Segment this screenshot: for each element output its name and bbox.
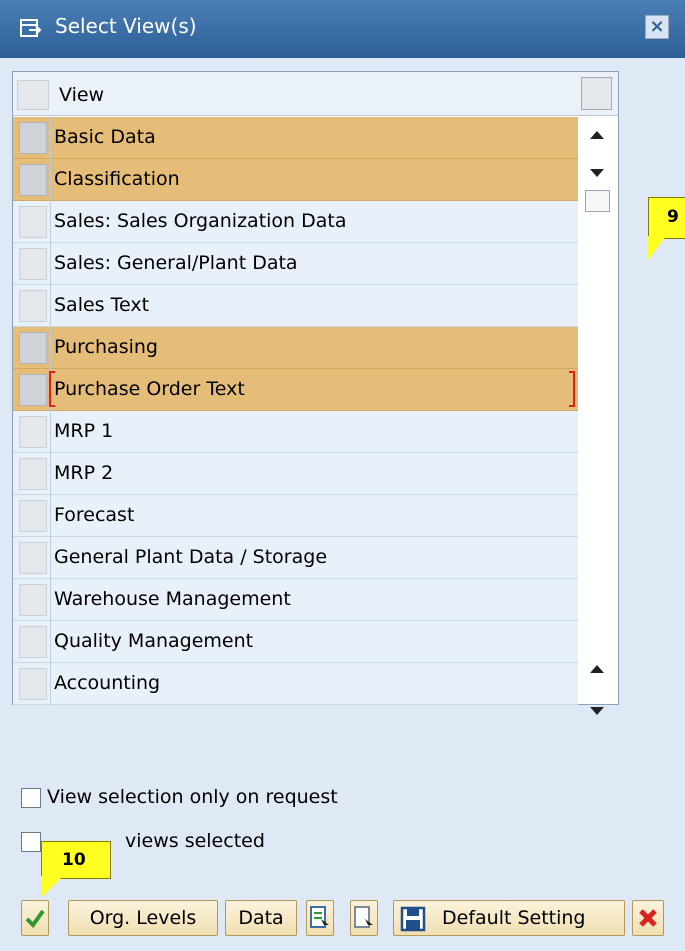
- page-up-icon[interactable]: [590, 665, 604, 673]
- table-settings-button[interactable]: [581, 77, 612, 110]
- deselect-all-icon: [354, 906, 373, 928]
- table-row[interactable]: MRP 2: [13, 453, 578, 495]
- column-divider: [50, 495, 51, 537]
- row-label: Purchase Order Text: [54, 378, 245, 400]
- row-selector[interactable]: [19, 458, 47, 490]
- column-divider: [50, 201, 51, 243]
- row-label: Warehouse Management: [54, 588, 291, 610]
- column-header-view[interactable]: View: [59, 84, 104, 106]
- org-levels-button[interactable]: Org. Levels: [68, 900, 218, 936]
- row-selector[interactable]: [19, 122, 47, 154]
- row-label: Sales Text: [54, 294, 150, 316]
- table-row[interactable]: Basic Data: [13, 117, 578, 159]
- row-selector[interactable]: [19, 668, 47, 700]
- table-row[interactable]: Purchase Order Text: [13, 369, 578, 411]
- column-divider: [50, 117, 51, 159]
- default-setting-button[interactable]: Default Setting: [393, 900, 625, 936]
- cancel-button[interactable]: [632, 900, 664, 936]
- focus-bracket-left: [49, 371, 55, 407]
- scroll-thumb[interactable]: [585, 190, 610, 212]
- dialog-title: Select View(s): [55, 14, 197, 38]
- cancel-icon: [639, 909, 657, 927]
- focus-bracket-right: [569, 371, 575, 407]
- table-header: View: [13, 72, 618, 116]
- row-label: MRP 1: [54, 420, 114, 442]
- table-row[interactable]: MRP 1: [13, 411, 578, 453]
- column-divider: [50, 327, 51, 369]
- table-row[interactable]: Sales Text: [13, 285, 578, 327]
- page-down-icon[interactable]: [590, 707, 604, 715]
- table-row[interactable]: Accounting: [13, 663, 578, 705]
- column-divider: [50, 663, 51, 705]
- scroll-up-icon[interactable]: [590, 131, 604, 139]
- row-label: Quality Management: [54, 630, 254, 652]
- callout-9-pointer: [648, 236, 666, 260]
- scroll-down-icon[interactable]: [590, 169, 604, 177]
- row-label: Basic Data: [54, 126, 156, 148]
- row-label: Accounting: [54, 672, 161, 694]
- checkmark-icon: [25, 909, 45, 929]
- row-label: Sales: General/Plant Data: [54, 252, 298, 274]
- views-table: View Basic Data Classification Sales: Sale…: [12, 71, 619, 715]
- column-divider: [50, 243, 51, 285]
- row-selector[interactable]: [19, 542, 47, 574]
- table-row[interactable]: Purchasing: [13, 327, 578, 369]
- view-selection-checkbox[interactable]: [21, 788, 41, 808]
- view-selection-label: View selection only on request: [47, 786, 338, 808]
- table-row[interactable]: Forecast: [13, 495, 578, 537]
- column-divider: [50, 579, 51, 621]
- default-setting-label: Default Setting: [442, 907, 586, 929]
- column-divider: [50, 411, 51, 453]
- row-label: Sales: Sales Organization Data: [54, 210, 347, 232]
- select-all-views-button[interactable]: [306, 900, 334, 936]
- row-label: Classification: [54, 168, 180, 190]
- callout-10-pointer: [41, 876, 63, 898]
- select-all-button[interactable]: [17, 80, 49, 110]
- row-label: Purchasing: [54, 336, 158, 358]
- row-selector[interactable]: [19, 416, 47, 448]
- deselect-all-views-button[interactable]: [350, 900, 378, 936]
- table-row[interactable]: Sales: General/Plant Data: [13, 243, 578, 285]
- column-divider: [50, 453, 51, 495]
- row-selector[interactable]: [19, 626, 47, 658]
- views-selected-label: views selected: [125, 830, 265, 852]
- table-row[interactable]: Sales: Sales Organization Data: [13, 201, 578, 243]
- row-selector[interactable]: [19, 500, 47, 532]
- column-divider: [50, 285, 51, 327]
- row-selector[interactable]: [19, 248, 47, 280]
- table-row[interactable]: Warehouse Management: [13, 579, 578, 621]
- callout-9: 9: [648, 197, 685, 239]
- table-row[interactable]: General Plant Data / Storage: [13, 537, 578, 579]
- views-selected-checkbox[interactable]: [21, 832, 41, 852]
- select-all-icon: [310, 906, 329, 928]
- row-selector[interactable]: [19, 374, 47, 406]
- column-divider: [50, 621, 51, 663]
- table-row[interactable]: Classification: [13, 159, 578, 201]
- row-selector[interactable]: [19, 584, 47, 616]
- data-button[interactable]: Data: [225, 900, 297, 936]
- dialog-title-bar: Select View(s) ×: [0, 0, 685, 58]
- row-label: General Plant Data / Storage: [54, 546, 328, 568]
- row-selector[interactable]: [19, 164, 47, 196]
- save-icon: [400, 906, 426, 932]
- callout-10: 10: [41, 841, 111, 879]
- row-label: MRP 2: [54, 462, 114, 484]
- close-icon[interactable]: ×: [645, 15, 669, 39]
- column-divider: [50, 537, 51, 579]
- column-divider: [50, 159, 51, 201]
- row-selector[interactable]: [19, 332, 47, 364]
- row-label: Forecast: [54, 504, 135, 526]
- row-selector[interactable]: [19, 206, 47, 238]
- table-row[interactable]: Quality Management: [13, 621, 578, 663]
- continue-button[interactable]: [21, 900, 49, 936]
- row-selector[interactable]: [19, 290, 47, 322]
- select-views-icon: [20, 19, 42, 37]
- vertical-scrollbar[interactable]: [580, 117, 616, 715]
